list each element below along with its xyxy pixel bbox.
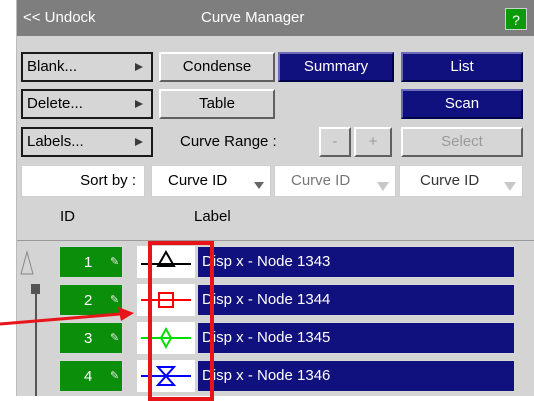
delete-menu-button[interactable]: Delete... xyxy=(21,89,153,119)
panel-title: Curve Manager xyxy=(201,9,305,26)
curve-manager-panel: << Undock Curve Manager ? Blank... Conde… xyxy=(16,0,534,401)
diamond-icon xyxy=(137,322,195,354)
curve-id-cell[interactable]: 1 ✎ xyxy=(59,246,123,278)
blank-menu-button[interactable]: Blank... xyxy=(21,52,153,82)
pin-icon[interactable]: ✎ xyxy=(110,369,119,382)
dropdown-arrow-icon xyxy=(504,182,516,191)
condense-button[interactable]: Condense xyxy=(159,52,275,82)
curve-range-label: Curve Range : xyxy=(180,133,277,150)
sort-key-2-value: Curve ID xyxy=(291,172,351,189)
sort-key-1-dropdown[interactable]: Curve ID xyxy=(151,165,271,197)
pointer-arrow-icon xyxy=(0,307,134,326)
square-icon xyxy=(137,284,195,316)
label-column-header: Label xyxy=(194,208,231,225)
range-plus-button[interactable]: + xyxy=(354,127,392,157)
help-button[interactable]: ? xyxy=(505,8,527,30)
curve-id-cell[interactable]: 4 ✎ xyxy=(59,360,123,392)
pin-icon[interactable]: ✎ xyxy=(110,255,119,268)
sort-key-1-value: Curve ID xyxy=(168,172,228,189)
list-item[interactable]: 1 ✎ Disp x - Node 1343 xyxy=(17,246,534,280)
sort-key-3-value: Curve ID xyxy=(420,172,480,189)
curve-id: 3 xyxy=(84,330,93,347)
blank-label: Blank... xyxy=(27,58,78,75)
curve-id: 4 xyxy=(84,368,93,385)
curve-label[interactable]: Disp x - Node 1344 xyxy=(197,284,515,316)
hourglass-icon xyxy=(137,360,195,392)
table-button[interactable]: Table xyxy=(159,89,275,119)
triangle-icon xyxy=(137,246,195,278)
list-item[interactable]: 4 ✎ Disp x - Node 1346 xyxy=(17,360,534,394)
select-button[interactable]: Select xyxy=(401,127,523,157)
pin-icon[interactable]: ✎ xyxy=(110,331,119,344)
delete-label: Delete... xyxy=(27,95,83,112)
curve-id: 1 xyxy=(84,254,93,271)
curve-label[interactable]: Disp x - Node 1345 xyxy=(197,322,515,354)
id-column-header: ID xyxy=(60,208,75,225)
dropdown-arrow-icon xyxy=(377,182,389,191)
summary-button[interactable]: Summary xyxy=(278,52,394,82)
menu-arrow-icon xyxy=(135,100,143,108)
menu-arrow-icon xyxy=(135,63,143,71)
labels-menu-button[interactable]: Labels... xyxy=(21,127,153,157)
sort-key-2-dropdown[interactable]: Curve ID xyxy=(274,165,396,197)
title-bar: << Undock Curve Manager ? xyxy=(17,0,534,36)
undock-button[interactable]: << Undock xyxy=(23,9,96,26)
labels-label: Labels... xyxy=(27,133,84,150)
curve-label[interactable]: Disp x - Node 1346 xyxy=(197,360,515,392)
menu-arrow-icon xyxy=(135,138,143,146)
range-minus-button[interactable]: - xyxy=(319,127,351,157)
list-button[interactable]: List xyxy=(401,52,523,82)
scan-button[interactable]: Scan xyxy=(401,89,523,119)
curve-label[interactable]: Disp x - Node 1343 xyxy=(197,246,515,278)
sort-key-3-dropdown[interactable]: Curve ID xyxy=(399,165,523,197)
pin-icon[interactable]: ✎ xyxy=(110,293,119,306)
sort-by-label: Sort by : xyxy=(21,165,145,197)
dropdown-arrow-icon xyxy=(254,182,264,189)
